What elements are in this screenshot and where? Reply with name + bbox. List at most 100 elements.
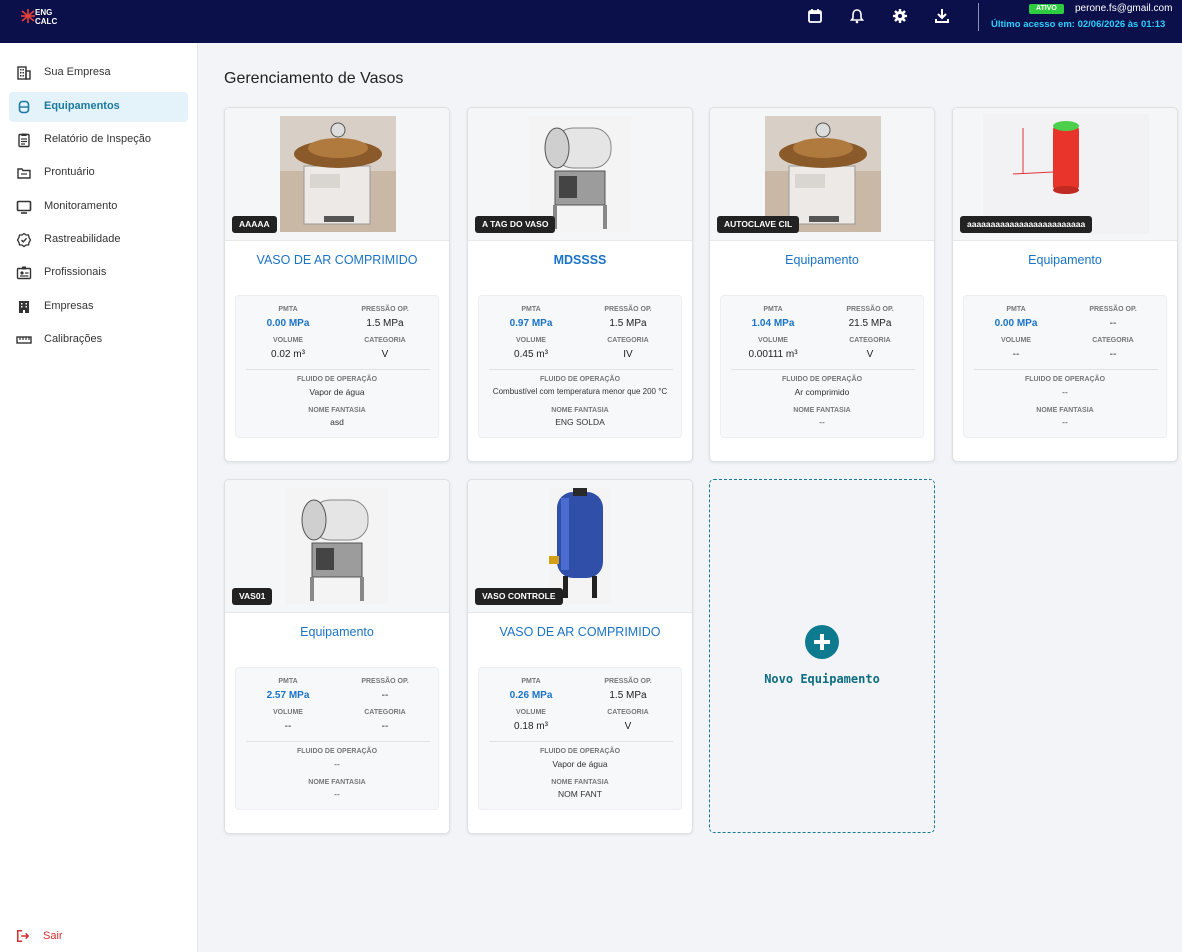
status-badge: ATIVO [1029,4,1064,14]
volume-label: VOLUME [758,337,788,344]
monitor-icon [16,200,32,214]
sidebar-item-label: Prontuário [44,166,95,178]
volume-value: -- [284,721,292,732]
categoria-value: -- [1109,349,1117,360]
new-equipment-label: Novo Equipamento [764,672,880,686]
sidebar-item-prontuario[interactable]: Prontuário [9,158,188,188]
equipment-specs: PMTA 2.57 MPa PRESSÃO OP. -- VOLUME -- C… [235,667,439,810]
volume-label: VOLUME [516,337,546,344]
fantasia-label: NOME FANTASIA [551,407,609,414]
new-equipment-card[interactable]: Novo Equipamento [709,479,935,833]
equipment-name[interactable]: VASO DE AR COMPRIMIDO [225,253,449,267]
logo-text: ENG CALC [35,8,58,26]
fluido-value: -- [334,759,340,769]
logo-burst-icon [21,9,35,23]
autoclave-horizontal-image [529,116,631,232]
badge-check-icon [16,232,32,248]
pmta-value: 0.97 MPa [509,318,553,329]
sidebar-item-monitoramento[interactable]: Monitoramento [9,192,188,222]
blue-tank-image [549,488,611,604]
sidebar-item-sua-empresa[interactable]: Sua Empresa [9,58,188,88]
volume-label: VOLUME [273,337,303,344]
fluido-label: FLUIDO DE OPERAÇÃO [539,748,621,755]
buildings-icon [19,301,29,313]
volume-value: -- [1012,349,1020,360]
equipment-card[interactable]: AAAAA VASO DE AR COMPRIMIDO PMTA 0.00 MP… [224,107,450,462]
last-access-text: Último acesso em: 02/06/2026 às 01:13 [991,19,1166,30]
fantasia-value: -- [1062,417,1068,427]
fluido-label: FLUIDO DE OPERAÇÃO [296,376,378,383]
bell-icon[interactable] [849,8,865,24]
equipment-tag: VASO CONTROLE [475,588,563,605]
calendar-icon[interactable] [807,8,823,24]
sidebar-item-equipamentos[interactable]: Equipamentos [9,92,188,122]
equipment-tag: A TAG DO VASO [475,216,556,233]
sidebar-item-calibracoes[interactable]: Calibrações [9,325,188,355]
equipment-card[interactable]: VASO CONTROLE VASO DE AR COMPRIMIDO PMTA… [467,479,693,834]
fantasia-label: NOME FANTASIA [308,407,366,414]
specs-divider [246,369,430,370]
app-logo[interactable]: ENG CALC [20,6,60,28]
fluido-label: FLUIDO DE OPERAÇÃO [539,376,621,383]
pressao-label: PRESSÃO OP. [604,306,652,313]
pmta-value: 1.04 MPa [751,318,795,329]
equipment-name[interactable]: Equipamento [710,253,934,267]
equipment-specs: PMTA 0.97 MPa PRESSÃO OP. 1.5 MPa VOLUME… [478,295,682,438]
fluido-value: Vapor de água [309,387,365,397]
equipment-tag: VAS01 [232,588,273,605]
pressao-value: 1.5 MPa [366,318,404,329]
autoclave-horizontal-image [286,488,388,604]
sidebar-item-empresas[interactable]: Empresas [9,292,188,322]
pmta-value: 0.00 MPa [994,318,1038,329]
fluido-label: FLUIDO DE OPERAÇÃO [1024,376,1106,383]
pmta-label: PMTA [521,678,541,685]
user-email[interactable]: perone.fs@gmail.com [1075,3,1172,14]
sidebar-item-label: Relatório de Inspeção [44,133,152,145]
fantasia-value: NOM FANT [558,789,602,799]
volume-value: 0.45 m³ [514,349,548,360]
specs-divider [731,369,915,370]
pressao-value: 1.5 MPa [609,690,647,701]
download-icon[interactable] [934,8,950,24]
fantasia-label: NOME FANTASIA [308,779,366,786]
page-title: Gerenciamento de Vasos [224,70,404,87]
fluido-value: Ar comprimido [794,387,850,397]
specs-divider [489,369,673,370]
equipment-image-area: VAS01 [225,480,449,613]
volume-label: VOLUME [516,709,546,716]
autoclave-vertical-image [765,116,881,232]
pressao-label: PRESSÃO OP. [1089,306,1137,313]
building-icon [17,66,31,80]
sidebar-item-rastreabilidade[interactable]: Rastreabilidade [9,225,188,255]
sidebar-item-profissionais[interactable]: Profissionais [9,258,188,288]
fantasia-label: NOME FANTASIA [793,407,851,414]
gear-icon[interactable] [892,8,908,24]
equipment-name[interactable]: Equipamento [225,625,449,639]
top-bar: ENG CALC ATIVO perone.fs@gmail.com Último… [0,0,1182,43]
equipment-card[interactable]: VAS01 Equipamento PMTA 2.57 MPa PRESSÃO … [224,479,450,834]
equipment-card[interactable]: A TAG DO VASO MDSSSS PMTA 0.97 MPa PRESS… [467,107,693,462]
logout-label: Sair [43,930,63,942]
pmta-value: 0.26 MPa [509,690,553,701]
plus-circle-icon[interactable] [805,625,839,659]
equipment-name[interactable]: Equipamento [953,253,1177,267]
sidebar-item-relatorio-inspecao[interactable]: Relatório de Inspeção [9,125,188,155]
categoria-label: CATEGORIA [364,337,406,344]
pmta-label: PMTA [278,306,298,313]
autoclave-vertical-image [280,116,396,232]
equipment-name[interactable]: VASO DE AR COMPRIMIDO [468,625,692,639]
pressao-label: PRESSÃO OP. [361,678,409,685]
header-divider [978,3,979,31]
equipment-card[interactable]: aaaaaaaaaaaaaaaaaaaaaaaaa Equipamento PM… [952,107,1178,462]
equipment-image-area: aaaaaaaaaaaaaaaaaaaaaaaaa [953,108,1177,241]
equipment-tag: aaaaaaaaaaaaaaaaaaaaaaaaa [960,216,1093,233]
categoria-label: CATEGORIA [364,709,406,716]
specs-divider [489,741,673,742]
equipment-card[interactable]: AUTOCLAVE CIL Equipamento PMTA 1.04 MPa … [709,107,935,462]
specs-divider [246,741,430,742]
fantasia-label: NOME FANTASIA [551,779,609,786]
sidebar: Sua Empresa Equipamentos Relatório de In… [0,43,198,952]
specs-divider [974,369,1158,370]
volume-label: VOLUME [1001,337,1031,344]
equipment-name[interactable]: MDSSSS [468,253,692,267]
